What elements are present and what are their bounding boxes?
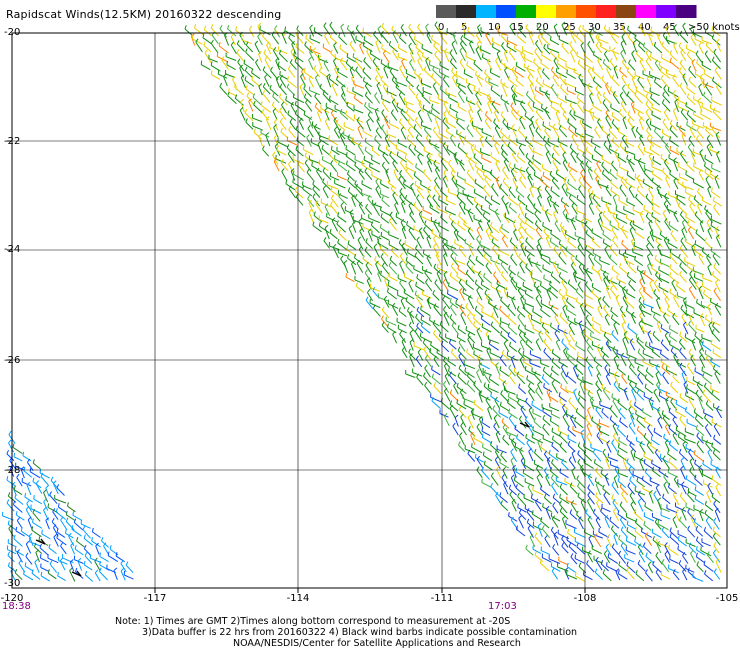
lon-label-108w: -108	[573, 593, 597, 604]
time-label-left: 18:38	[2, 601, 31, 612]
note-line-2: 3)Data buffer is 22 hrs from 20160322 4)…	[142, 627, 578, 638]
lat-label-30s: -30	[4, 578, 21, 589]
lat-label-28s: -28	[4, 465, 21, 476]
lon-label-111w: -111	[430, 593, 454, 604]
lon-label-114w: -114	[286, 593, 310, 604]
lat-label-20s: -20	[4, 27, 21, 38]
lat-label-24s: -24	[4, 244, 21, 255]
wind-barbs	[2, 21, 723, 582]
lon-label-117w: -117	[143, 593, 167, 604]
note-line-3: NOAA/NESDIS/Center for Satellite Applica…	[233, 638, 521, 649]
lat-label-26s: -26	[4, 355, 21, 366]
wind-barb-map	[2, 21, 728, 593]
note-line-1: Note: 1) Times are GMT 2)Times along bot…	[115, 616, 511, 627]
time-label-mid: 17:03	[488, 601, 517, 612]
lat-label-22s: -22	[4, 136, 21, 147]
lon-label-105w: -105	[715, 593, 739, 604]
